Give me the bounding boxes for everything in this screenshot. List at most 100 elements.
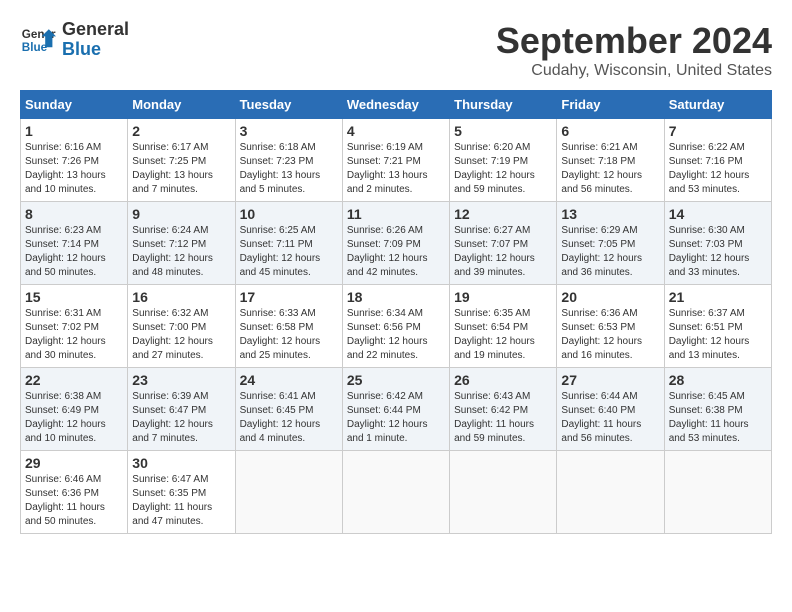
day-info: Sunrise: 6:38 AMSunset: 6:49 PMDaylight:…: [25, 390, 123, 446]
day-number: 9: [132, 206, 230, 222]
day-number: 16: [132, 289, 230, 305]
day-info: Sunrise: 6:20 AMSunset: 7:19 PMDaylight:…: [454, 141, 552, 197]
calendar-cell: 10 Sunrise: 6:25 AMSunset: 7:11 PMDayligh…: [235, 202, 342, 285]
weekday-header-saturday: Saturday: [664, 91, 771, 119]
day-info: Sunrise: 6:19 AMSunset: 7:21 PMDaylight:…: [347, 141, 445, 197]
day-info: Sunrise: 6:21 AMSunset: 7:18 PMDaylight:…: [561, 141, 659, 197]
calendar-cell: [450, 451, 557, 534]
day-info: Sunrise: 6:22 AMSunset: 7:16 PMDaylight:…: [669, 141, 767, 197]
day-number: 20: [561, 289, 659, 305]
day-number: 12: [454, 206, 552, 222]
calendar-cell: 4 Sunrise: 6:19 AMSunset: 7:21 PMDaylight…: [342, 119, 449, 202]
day-number: 14: [669, 206, 767, 222]
day-info: Sunrise: 6:45 AMSunset: 6:38 PMDaylight:…: [669, 390, 767, 446]
location-title: Cudahy, Wisconsin, United States: [496, 62, 772, 80]
day-number: 1: [25, 123, 123, 139]
calendar-cell: 17Sunrise: 6:33 AMSunset: 6:58 PMDayligh…: [235, 285, 342, 368]
weekday-header-thursday: Thursday: [450, 91, 557, 119]
day-info: Sunrise: 6:29 AMSunset: 7:05 PMDaylight:…: [561, 224, 659, 280]
calendar-cell: 24Sunrise: 6:41 AMSunset: 6:45 PMDayligh…: [235, 368, 342, 451]
day-info: Sunrise: 6:39 AMSunset: 6:47 PMDaylight:…: [132, 390, 230, 446]
day-info: Sunrise: 6:30 AMSunset: 7:03 PMDaylight:…: [669, 224, 767, 280]
calendar-table: SundayMondayTuesdayWednesdayThursdayFrid…: [20, 90, 772, 534]
calendar-cell: 18Sunrise: 6:34 AMSunset: 6:56 PMDayligh…: [342, 285, 449, 368]
day-info: Sunrise: 6:16 AMSunset: 7:26 PMDaylight:…: [25, 141, 123, 197]
day-info: Sunrise: 6:36 AMSunset: 6:53 PMDaylight:…: [561, 307, 659, 363]
calendar-cell: 1 Sunrise: 6:16 AMSunset: 7:26 PMDaylight…: [21, 119, 128, 202]
day-number: 6: [561, 123, 659, 139]
calendar-cell: 26 Sunrise: 6:43 AMSunset: 6:42 PMDayligh…: [450, 368, 557, 451]
day-number: 25: [347, 372, 445, 388]
day-info: Sunrise: 6:18 AMSunset: 7:23 PMDaylight:…: [240, 141, 338, 197]
day-number: 4: [347, 123, 445, 139]
calendar-cell: 14 Sunrise: 6:30 AMSunset: 7:03 PMDayligh…: [664, 202, 771, 285]
day-info: Sunrise: 6:41 AMSunset: 6:45 PMDaylight:…: [240, 390, 338, 446]
calendar-cell: 9 Sunrise: 6:24 AMSunset: 7:12 PMDaylight…: [128, 202, 235, 285]
calendar-cell: 5Sunrise: 6:20 AMSunset: 7:19 PMDaylight…: [450, 119, 557, 202]
day-number: 7: [669, 123, 767, 139]
calendar-cell: 16 Sunrise: 6:32 AMSunset: 7:00 PMDayligh…: [128, 285, 235, 368]
day-number: 15: [25, 289, 123, 305]
calendar-cell: 13Sunrise: 6:29 AMSunset: 7:05 PMDayligh…: [557, 202, 664, 285]
day-number: 28: [669, 372, 767, 388]
calendar-cell: 30 Sunrise: 6:47 AMSunset: 6:35 PMDayligh…: [128, 451, 235, 534]
calendar-cell: 28 Sunrise: 6:45 AMSunset: 6:38 PMDayligh…: [664, 368, 771, 451]
calendar-cell: [235, 451, 342, 534]
logo-icon: General Blue: [20, 22, 56, 58]
logo: General Blue General Blue: [20, 20, 129, 60]
day-info: Sunrise: 6:26 AMSunset: 7:09 PMDaylight:…: [347, 224, 445, 280]
day-info: Sunrise: 6:17 AMSunset: 7:25 PMDaylight:…: [132, 141, 230, 197]
calendar-cell: 8 Sunrise: 6:23 AMSunset: 7:14 PMDaylight…: [21, 202, 128, 285]
day-info: Sunrise: 6:23 AMSunset: 7:14 PMDaylight:…: [25, 224, 123, 280]
day-number: 19: [454, 289, 552, 305]
logo-text: General Blue: [62, 20, 129, 60]
day-info: Sunrise: 6:42 AMSunset: 6:44 PMDaylight:…: [347, 390, 445, 446]
calendar-cell: [664, 451, 771, 534]
day-number: 30: [132, 455, 230, 471]
day-number: 17: [240, 289, 338, 305]
day-info: Sunrise: 6:32 AMSunset: 7:00 PMDaylight:…: [132, 307, 230, 363]
day-info: Sunrise: 6:35 AMSunset: 6:54 PMDaylight:…: [454, 307, 552, 363]
title-area: September 2024 Cudahy, Wisconsin, United…: [496, 20, 772, 80]
calendar-cell: 29 Sunrise: 6:46 AMSunset: 6:36 PMDayligh…: [21, 451, 128, 534]
day-number: 21: [669, 289, 767, 305]
calendar-cell: [342, 451, 449, 534]
calendar-cell: 3 Sunrise: 6:18 AMSunset: 7:23 PMDaylight…: [235, 119, 342, 202]
calendar-cell: 22Sunrise: 6:38 AMSunset: 6:49 PMDayligh…: [21, 368, 128, 451]
day-info: Sunrise: 6:25 AMSunset: 7:11 PMDaylight:…: [240, 224, 338, 280]
calendar-cell: 27 Sunrise: 6:44 AMSunset: 6:40 PMDayligh…: [557, 368, 664, 451]
weekday-header-sunday: Sunday: [21, 91, 128, 119]
day-info: Sunrise: 6:37 AMSunset: 6:51 PMDaylight:…: [669, 307, 767, 363]
weekday-header-tuesday: Tuesday: [235, 91, 342, 119]
weekday-header-monday: Monday: [128, 91, 235, 119]
day-number: 8: [25, 206, 123, 222]
month-title: September 2024: [496, 20, 772, 62]
day-number: 27: [561, 372, 659, 388]
calendar-cell: 11 Sunrise: 6:26 AMSunset: 7:09 PMDayligh…: [342, 202, 449, 285]
calendar-cell: 21 Sunrise: 6:37 AMSunset: 6:51 PMDayligh…: [664, 285, 771, 368]
calendar-cell: 7 Sunrise: 6:22 AMSunset: 7:16 PMDaylight…: [664, 119, 771, 202]
svg-text:Blue: Blue: [22, 41, 48, 54]
weekday-header-wednesday: Wednesday: [342, 91, 449, 119]
calendar-cell: 12 Sunrise: 6:27 AMSunset: 7:07 PMDayligh…: [450, 202, 557, 285]
day-info: Sunrise: 6:31 AMSunset: 7:02 PMDaylight:…: [25, 307, 123, 363]
day-number: 10: [240, 206, 338, 222]
day-number: 23: [132, 372, 230, 388]
weekday-header-friday: Friday: [557, 91, 664, 119]
calendar-cell: 15 Sunrise: 6:31 AMSunset: 7:02 PMDayligh…: [21, 285, 128, 368]
day-info: Sunrise: 6:24 AMSunset: 7:12 PMDaylight:…: [132, 224, 230, 280]
day-info: Sunrise: 6:47 AMSunset: 6:35 PMDaylight:…: [132, 473, 230, 529]
day-number: 29: [25, 455, 123, 471]
day-info: Sunrise: 6:43 AMSunset: 6:42 PMDaylight:…: [454, 390, 552, 446]
day-info: Sunrise: 6:27 AMSunset: 7:07 PMDaylight:…: [454, 224, 552, 280]
day-info: Sunrise: 6:46 AMSunset: 6:36 PMDaylight:…: [25, 473, 123, 529]
day-number: 18: [347, 289, 445, 305]
calendar-cell: 25 Sunrise: 6:42 AMSunset: 6:44 PMDayligh…: [342, 368, 449, 451]
calendar-cell: 19 Sunrise: 6:35 AMSunset: 6:54 PMDayligh…: [450, 285, 557, 368]
day-number: 11: [347, 206, 445, 222]
day-number: 2: [132, 123, 230, 139]
day-number: 26: [454, 372, 552, 388]
day-number: 3: [240, 123, 338, 139]
day-info: Sunrise: 6:44 AMSunset: 6:40 PMDaylight:…: [561, 390, 659, 446]
calendar-cell: 2 Sunrise: 6:17 AMSunset: 7:25 PMDaylight…: [128, 119, 235, 202]
